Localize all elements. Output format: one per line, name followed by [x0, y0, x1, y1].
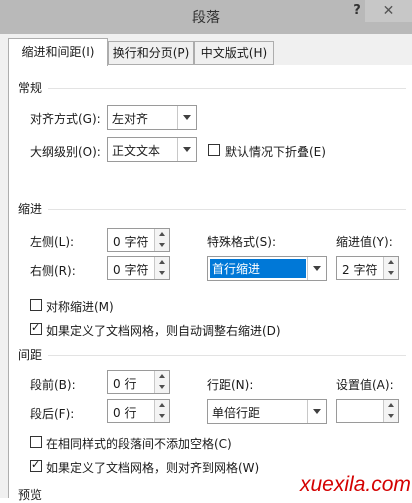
- spin-up-icon[interactable]: [384, 400, 398, 411]
- section-indent-heading: 缩进: [18, 202, 43, 216]
- chevron-down-icon[interactable]: [307, 400, 326, 423]
- auto-adjust-indent-checkbox[interactable]: [30, 321, 42, 335]
- spin-down-icon[interactable]: [155, 411, 169, 422]
- collapse-checkbox[interactable]: [208, 144, 220, 156]
- section-general-divider: [48, 88, 406, 89]
- spacing-at-spinner[interactable]: [336, 399, 399, 423]
- spacing-after-spinner[interactable]: 0 行: [107, 399, 170, 423]
- spin-up-icon[interactable]: [155, 371, 169, 382]
- line-spacing-value: 单倍行距: [212, 406, 261, 420]
- tab-indents-spacing[interactable]: 缩进和间距(I): [8, 38, 108, 66]
- spin-down-icon[interactable]: [155, 240, 169, 251]
- no-space-same-style-checkbox[interactable]: [30, 436, 42, 448]
- chevron-down-icon[interactable]: [177, 138, 196, 161]
- outline-level-value: 正文文本: [112, 144, 161, 158]
- alignment-value: 左对齐: [112, 112, 149, 126]
- special-indent-value: 首行缩进: [210, 259, 306, 278]
- spinner-buttons: [154, 371, 169, 393]
- site-watermark: xuexila.com: [300, 473, 411, 496]
- chevron-down-icon[interactable]: [177, 106, 196, 129]
- help-button[interactable]: ?: [348, 2, 366, 20]
- mirror-indent-checkbox[interactable]: [30, 299, 42, 311]
- outline-level-label: 大纲级别(O):: [30, 145, 101, 159]
- spacing-at-label: 设置值(A):: [336, 378, 394, 392]
- spin-down-icon[interactable]: [155, 382, 169, 393]
- section-spacing-divider: [48, 355, 406, 356]
- section-preview-heading: 预览: [18, 488, 43, 502]
- spin-down-icon[interactable]: [384, 411, 398, 422]
- spinner-buttons: [383, 257, 398, 279]
- alignment-select[interactable]: 左对齐: [107, 105, 197, 130]
- spacing-after-label: 段后(F):: [30, 407, 75, 421]
- indent-right-label: 右侧(R):: [30, 264, 76, 278]
- spinner-buttons: [154, 400, 169, 422]
- special-indent-label: 特殊格式(S):: [207, 235, 277, 249]
- spacing-after-value: 0 行: [113, 406, 137, 420]
- line-spacing-label: 行距(N):: [207, 378, 254, 392]
- spinner-buttons: [154, 229, 169, 251]
- indent-by-value: 2 字符: [342, 263, 378, 277]
- spinner-buttons: [383, 400, 398, 422]
- section-general-heading: 常规: [18, 81, 43, 95]
- tab-panel: [8, 65, 412, 498]
- indent-left-value: 0 字符: [113, 235, 149, 249]
- line-spacing-select[interactable]: 单倍行距: [207, 399, 327, 424]
- indent-right-spinner[interactable]: 0 字符: [107, 256, 170, 280]
- spacing-before-spinner[interactable]: 0 行: [107, 370, 170, 394]
- spin-up-icon[interactable]: [155, 400, 169, 411]
- close-button[interactable]: ✕: [365, 0, 412, 22]
- snap-to-grid-checkbox[interactable]: [30, 458, 42, 472]
- alignment-label: 对齐方式(G):: [30, 112, 101, 126]
- spin-down-icon[interactable]: [155, 268, 169, 279]
- spin-up-icon[interactable]: [384, 257, 398, 268]
- spin-up-icon[interactable]: [155, 229, 169, 240]
- spacing-before-value: 0 行: [113, 377, 137, 391]
- mirror-indent-label[interactable]: 对称缩进(M): [46, 298, 114, 315]
- tab-asian-typography[interactable]: 中文版式(H): [194, 41, 274, 65]
- spin-down-icon[interactable]: [384, 268, 398, 279]
- section-spacing-heading: 间距: [18, 348, 43, 362]
- snap-to-grid-label[interactable]: 如果定义了文档网格，则对齐到网格(W): [46, 459, 259, 476]
- indent-right-value: 0 字符: [113, 263, 149, 277]
- indent-by-label: 缩进值(Y):: [336, 235, 393, 249]
- collapse-label[interactable]: 默认情况下折叠(E): [225, 143, 326, 160]
- tab-line-page-breaks[interactable]: 换行和分页(P): [108, 41, 194, 65]
- spinner-buttons: [154, 257, 169, 279]
- spacing-before-label: 段前(B):: [30, 378, 76, 392]
- indent-left-spinner[interactable]: 0 字符: [107, 228, 170, 252]
- special-indent-select[interactable]: 首行缩进: [207, 256, 327, 281]
- outline-level-select[interactable]: 正文文本: [107, 137, 197, 162]
- indent-by-spinner[interactable]: 2 字符: [336, 256, 399, 280]
- spin-up-icon[interactable]: [155, 257, 169, 268]
- indent-left-label: 左侧(L):: [30, 235, 75, 249]
- chevron-down-icon[interactable]: [307, 257, 326, 280]
- auto-adjust-indent-label[interactable]: 如果定义了文档网格，则自动调整右缩进(D): [46, 322, 281, 339]
- section-indent-divider: [48, 209, 406, 210]
- no-space-same-style-label[interactable]: 在相同样式的段落间不添加空格(C): [46, 435, 232, 452]
